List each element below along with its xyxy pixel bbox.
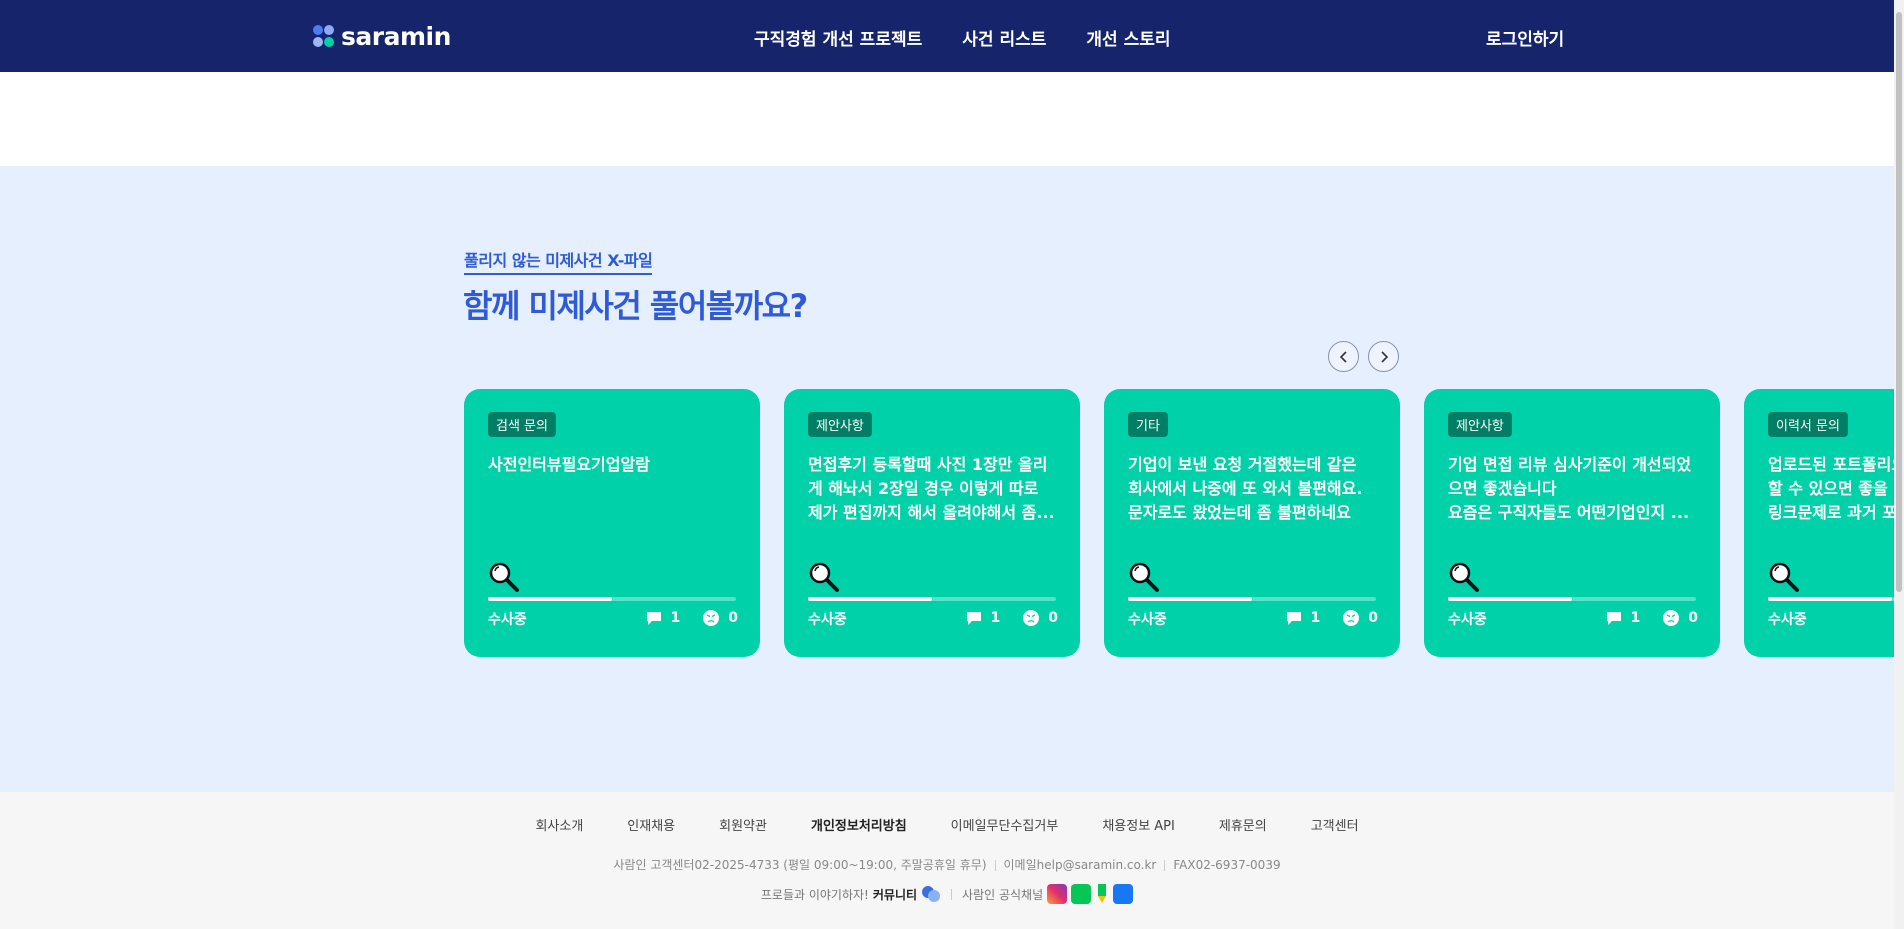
section-eyebrow: 풀리지 않는 미제사건 X-파일: [464, 247, 653, 275]
line-chat-icon[interactable]: [1071, 884, 1092, 904]
case-card[interactable]: 제안사항 기업 면접 리뷰 심사기준이 개선되었 으면 좋겠습니다 요즘은 구직…: [1424, 389, 1720, 657]
case-card[interactable]: 이력서 문의 업로드된 포트폴리오 할 수 있으면 좋을 것 링크문제로 과거 …: [1744, 389, 1894, 657]
comment-icon: [1606, 612, 1621, 625]
facebook-icon[interactable]: [1113, 884, 1134, 904]
case-card-carousel: 검색 문의 사전인터뷰필요기업알람 수사중 1 0 제안사항 면접후기 등록할때…: [0, 389, 1894, 657]
community-prefix: 프로들과 이야기하자!: [760, 887, 869, 902]
top-header: saramin 구직경험 개선 프로젝트 사건 리스트 개선 스토리 로그인하기: [0, 0, 1894, 72]
case-stats: 1 0: [965, 609, 1058, 627]
footer-link-privacy[interactable]: 개인정보처리방침: [811, 815, 907, 834]
carousel-next-button[interactable]: [1368, 341, 1399, 372]
saramin-logo[interactable]: saramin: [313, 22, 451, 51]
case-stats: 1 0: [1285, 609, 1378, 627]
footer-fax: FAX02-6937-0039: [1173, 858, 1281, 872]
official-channel-label: 사람인 공식채널: [962, 887, 1044, 902]
comment-icon: [966, 612, 981, 625]
case-category-tag: 기타: [1128, 412, 1168, 437]
nav-case-list[interactable]: 사건 리스트: [962, 25, 1046, 50]
footer-phone: 사람인 고객센터02-2025-4733 (평일 09:00~19:00, 주말…: [613, 858, 987, 872]
magnifier-icon: [1449, 562, 1479, 592]
investigation-progress-bar: [1448, 597, 1696, 601]
investigation-progress-bar: [1128, 597, 1376, 601]
case-category-tag: 제안사항: [808, 412, 872, 437]
main-nav: 구직경험 개선 프로젝트 사건 리스트 개선 스토리: [754, 25, 1171, 50]
comment-count: 1: [990, 610, 1001, 626]
reaction-count: 0: [1688, 610, 1698, 626]
case-category-tag: 제안사항: [1448, 412, 1512, 437]
case-card[interactable]: 제안사항 면접후기 등록할때 사진 1장만 올리 게 해놔서 2장일 경우 이렇…: [784, 389, 1080, 657]
instagram-icon[interactable]: [1047, 884, 1068, 904]
logo-dots-icon: [313, 24, 335, 49]
case-title: 기업이 보낸 요청 거절했는데 같은 회사에서 나중에 또 와서 불편해요. 문…: [1128, 455, 1363, 522]
comment-icon: [1286, 612, 1301, 625]
investigation-progress-bar: [808, 597, 1056, 601]
investigation-progress-bar: [1768, 597, 1894, 601]
angry-face-icon: [1663, 610, 1680, 626]
community-chat-icon: [922, 886, 941, 902]
case-title: 업로드된 포트폴리오 할 수 있으면 좋을 것 링크문제로 과거 포트: [1768, 455, 1894, 522]
magnifier-icon: [1129, 562, 1159, 592]
naver-blog-icon[interactable]: [1095, 884, 1109, 904]
magnifier-icon: [809, 562, 839, 592]
footer-community-row: 프로들과 이야기하자! 커뮤니티 사람인 공식채널: [0, 884, 1894, 904]
logo-text: saramin: [341, 22, 451, 51]
comment-count: 1: [1310, 610, 1321, 626]
site-footer: 회사소개 인재채용 회원약관 개인정보처리방침 이메일무단수집거부 채용정보 A…: [0, 792, 1894, 929]
case-title: 면접후기 등록할때 사진 1장만 올리 게 해놔서 2장일 경우 이렇게 따로 …: [808, 455, 1055, 522]
investigation-progress-bar: [488, 597, 736, 601]
footer-link-email-refusal[interactable]: 이메일무단수집거부: [951, 815, 1059, 834]
case-status: 수사중: [1448, 612, 1487, 628]
footer-links: 회사소개 인재채용 회원약관 개인정보처리방침 이메일무단수집거부 채용정보 A…: [0, 815, 1894, 834]
case-card[interactable]: 기타 기업이 보낸 요청 거절했는데 같은 회사에서 나중에 또 와서 불편해요…: [1104, 389, 1400, 657]
case-card[interactable]: 검색 문의 사전인터뷰필요기업알람 수사중 1 0: [464, 389, 760, 657]
comment-count: 1: [670, 610, 681, 626]
case-title: 사전인터뷰필요기업알람: [488, 455, 650, 474]
case-status: 수사중: [1128, 612, 1167, 628]
case-status: 수사중: [488, 612, 527, 628]
chevron-left-icon: [1339, 350, 1347, 363]
nav-job-experience-project[interactable]: 구직경험 개선 프로젝트: [754, 25, 922, 50]
community-link[interactable]: 커뮤니티: [873, 886, 917, 903]
chevron-right-icon: [1380, 350, 1388, 363]
reaction-count: 0: [1368, 610, 1378, 626]
footer-link-company[interactable]: 회사소개: [535, 815, 583, 834]
comment-count: 1: [1630, 610, 1641, 626]
case-stats: 1 0: [1605, 609, 1698, 627]
magnifier-icon: [1769, 562, 1799, 592]
footer-link-api[interactable]: 채용정보 API: [1102, 815, 1175, 834]
case-category-tag: 이력서 문의: [1768, 412, 1848, 437]
angry-face-icon: [1343, 610, 1360, 626]
section-headline: 함께 미제사건 풀어볼까요?: [463, 287, 808, 325]
footer-contact-info: 사람인 고객센터02-2025-4733 (평일 09:00~19:00, 주말…: [0, 856, 1894, 873]
case-category-tag: 검색 문의: [488, 412, 556, 437]
case-status: 수사중: [808, 612, 847, 628]
nav-improvement-story[interactable]: 개선 스토리: [1086, 25, 1170, 50]
footer-link-support[interactable]: 고객센터: [1311, 815, 1359, 834]
case-title: 기업 면접 리뷰 심사기준이 개선되었 으면 좋겠습니다 요즘은 구직자들도 어…: [1448, 455, 1692, 522]
magnifier-icon: [489, 562, 519, 592]
footer-link-careers[interactable]: 인재채용: [627, 815, 675, 834]
comment-icon: [646, 612, 661, 625]
angry-face-icon: [703, 610, 720, 626]
case-stats: 1 0: [645, 609, 738, 627]
carousel-prev-button[interactable]: [1328, 341, 1359, 372]
login-button[interactable]: 로그인하기: [1486, 25, 1564, 50]
footer-email: 이메일help@saramin.co.kr: [1003, 858, 1157, 872]
case-status: 수사중: [1768, 612, 1807, 628]
reaction-count: 0: [1048, 610, 1058, 626]
footer-link-partnership[interactable]: 제휴문의: [1219, 815, 1267, 834]
footer-link-terms[interactable]: 회원약관: [719, 815, 767, 834]
reaction-count: 0: [728, 610, 738, 626]
scrollbar-thumb[interactable]: [1896, 12, 1902, 592]
angry-face-icon: [1023, 610, 1040, 626]
